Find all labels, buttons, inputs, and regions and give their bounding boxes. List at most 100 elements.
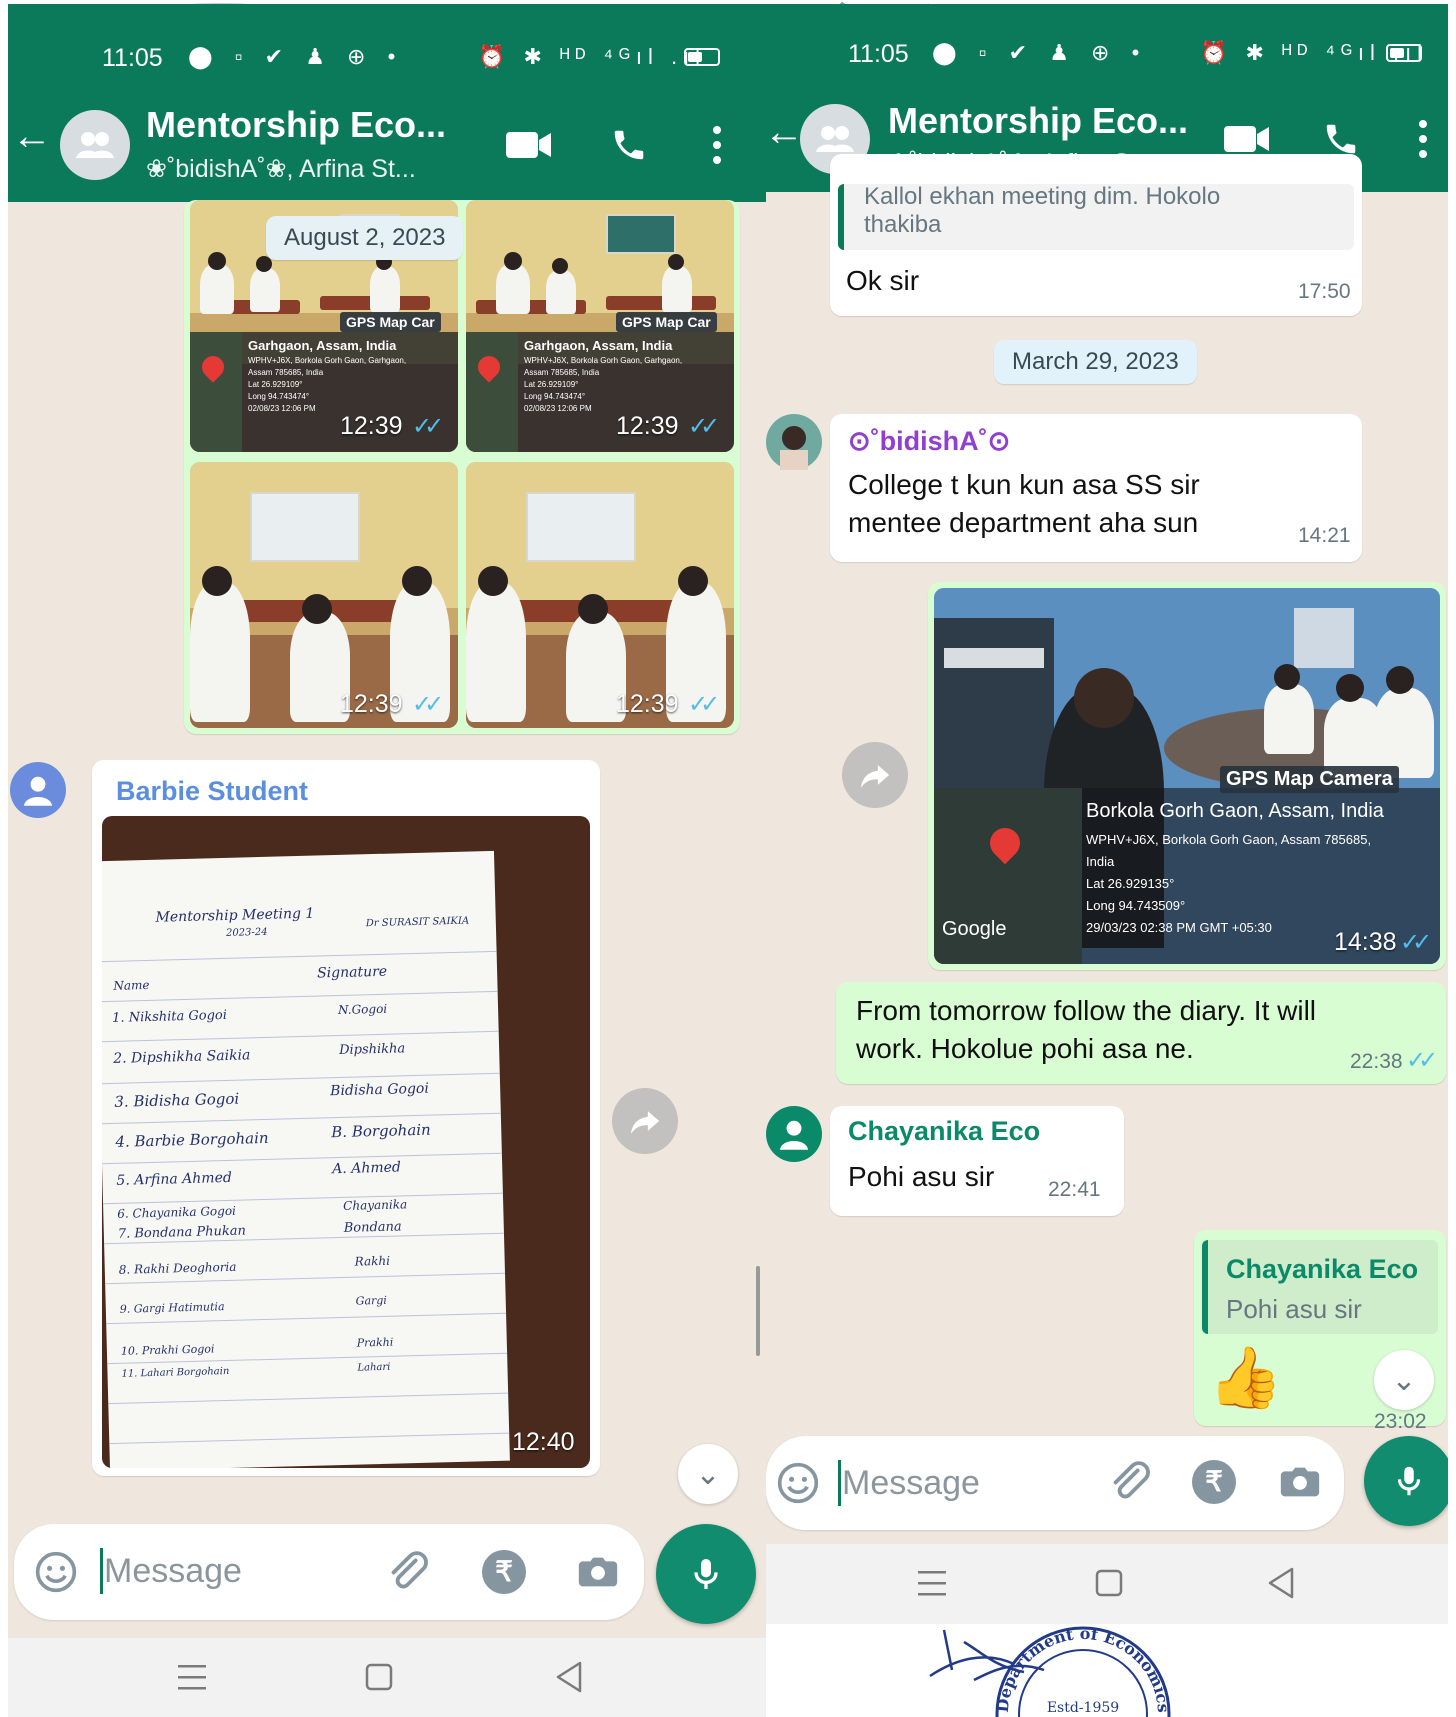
sender-avatar[interactable] [766, 1106, 822, 1162]
rupee-payment-icon[interactable]: ₹ [482, 1550, 526, 1594]
row-sign: Chayanika [343, 1197, 408, 1213]
photo-album-bubble[interactable]: GPS Map Car Garhgaon, Assam, India WPHV+… [184, 200, 740, 734]
back-arrow-icon[interactable]: ← [12, 114, 52, 159]
rupee-payment-icon[interactable]: ₹ [1192, 1460, 1236, 1504]
row-sign: Gargi [355, 1293, 388, 1308]
message-input[interactable]: Message [104, 1552, 242, 1591]
read-receipt-icon: ✓✓ [688, 413, 720, 440]
home-icon[interactable] [364, 1662, 394, 1692]
row-sign: Rakhi [354, 1253, 391, 1269]
date-separator: March 29, 2023 [994, 340, 1197, 384]
text-cursor [100, 1548, 103, 1594]
row-sign: B. Borgohain [331, 1120, 431, 1142]
message-text: Ok sir [846, 265, 920, 296]
message-input-bar[interactable]: Message ₹ [766, 1436, 1344, 1530]
text-message-bubble[interactable]: Chayanika Eco Pohi asu sir 22:41 [830, 1106, 1124, 1216]
seal-estd: Estd-1959 [1047, 1700, 1119, 1716]
gps-timestamp: 02/08/23 12:06 PM [524, 404, 592, 413]
gps-address: WPHV+J6X, Borkola Gorh Gaon, Garhgaon, [248, 356, 407, 365]
gps-timestamp: 02/08/23 12:06 PM [248, 404, 316, 413]
menu-icon[interactable] [176, 1662, 208, 1692]
row-name: 1. Nikshita Gogoi [112, 1007, 228, 1026]
message-time: 12:39 [616, 690, 679, 718]
message-time: 12:39 [340, 690, 403, 718]
system-nav-bar [8, 1638, 766, 1717]
gps-long: Long 94.743474° [248, 392, 310, 401]
row-name: 2. Dipshikha Saikia [113, 1047, 251, 1067]
quoted-message[interactable]: Chayanika Eco Pohi asu sir [1202, 1240, 1438, 1334]
sender-avatar[interactable] [766, 414, 822, 470]
gps-place: Garhgaon, Assam, India [524, 338, 673, 353]
camera-icon[interactable] [1276, 1458, 1324, 1504]
gps-address: WPHV+J6X, Borkola Gorh Gaon, Assam 78568… [1086, 832, 1372, 847]
group-icon [76, 132, 114, 158]
row-sign: Lahari [357, 1361, 391, 1374]
image-message-bubble[interactable]: Barbie Student Mentorship Meeting 1 2023… [92, 760, 600, 1476]
gps-lat: Lat 26.929109° [248, 380, 303, 389]
sheet-heading: Mentorship Meeting 1 [155, 905, 315, 926]
forward-button[interactable] [612, 1088, 678, 1154]
row-name: 3. Bidisha Gogoi [114, 1089, 240, 1111]
quoted-message[interactable]: Kallol ekhan meeting dim. Hokolo thakiba [838, 184, 1354, 250]
attach-icon[interactable] [1106, 1458, 1152, 1504]
message-time: 12:39 [616, 412, 679, 440]
quoted-text: Pohi asu sir [1226, 1294, 1362, 1324]
group-avatar[interactable] [60, 110, 130, 180]
menu-icon[interactable] [916, 1568, 948, 1598]
row-name: 6. Chayanika Gogoi [117, 1203, 237, 1221]
date-separator: August 2, 2023 [266, 216, 464, 260]
row-sign: Bondana [343, 1219, 402, 1236]
status-time: 11:05 [102, 44, 163, 72]
quoted-sender: Chayanika Eco [1226, 1254, 1419, 1284]
mic-button[interactable] [1364, 1436, 1448, 1526]
attendance-sheet: Mentorship Meeting 1 2023-24 Dr SURASIT … [102, 850, 510, 1468]
chat-participants[interactable]: ❀˚bidishA˚❀, Arfina St... [146, 154, 416, 184]
thumbs-up-emoji: 👍 [1208, 1344, 1283, 1411]
chat-title[interactable]: Mentorship Eco... [146, 104, 446, 146]
emoji-icon[interactable] [34, 1550, 78, 1594]
image-message-bubble[interactable]: Google GPS Map Camera Borkola Gorh Gaon,… [928, 582, 1446, 970]
back-icon[interactable] [1266, 1566, 1296, 1600]
gps-long: Long 94.743509° [1086, 898, 1186, 913]
message-time: 14:21 [1298, 524, 1351, 547]
album-photo[interactable]: GPS Map Car Garhgaon, Assam, India WPHV+… [466, 200, 734, 452]
message-time: 14:38 [1334, 928, 1397, 956]
album-photo[interactable]: 12:39 ✓✓ [466, 462, 734, 728]
sender-name[interactable]: ⊙˚bidishA˚⊙ [848, 426, 1010, 457]
attach-icon[interactable] [384, 1548, 430, 1594]
overflow-menu-icon[interactable] [710, 124, 724, 166]
person-icon [23, 776, 53, 806]
microphone-icon [694, 1559, 718, 1589]
camera-icon[interactable] [574, 1548, 622, 1594]
back-icon[interactable] [554, 1660, 584, 1694]
video-call-icon[interactable] [506, 130, 552, 160]
emoji-icon[interactable] [776, 1461, 820, 1505]
attendance-sheet-photo[interactable]: Mentorship Meeting 1 2023-24 Dr SURASIT … [102, 816, 590, 1468]
sender-name[interactable]: Barbie Student [116, 776, 308, 807]
sender-name[interactable]: Chayanika Eco [848, 1116, 1040, 1147]
forward-button[interactable] [842, 742, 908, 808]
gps-photo[interactable]: Google GPS Map Camera Borkola Gorh Gaon,… [934, 588, 1440, 964]
text-message-bubble[interactable]: ⊙˚bidishA˚⊙ College t kun kun asa SS sir… [830, 414, 1362, 562]
album-photo[interactable]: 12:39 ✓✓ [190, 462, 458, 728]
header-mask [766, 4, 1448, 192]
message-input-bar[interactable]: Message ₹ [14, 1524, 644, 1620]
scroll-to-bottom-button[interactable]: ⌄ [1374, 1350, 1434, 1410]
row-name: 5. Arfina Ahmed [116, 1169, 233, 1189]
home-icon[interactable] [1094, 1568, 1124, 1598]
text-message-bubble[interactable]: From tomorrow follow the diary. It will … [836, 982, 1446, 1084]
scroll-to-bottom-button[interactable]: ⌄ [678, 1444, 738, 1504]
gps-app-label: GPS Map Car [340, 312, 441, 332]
gps-place: Garhgaon, Assam, India [248, 338, 397, 353]
mic-button[interactable] [656, 1524, 756, 1624]
message-input[interactable]: Message [842, 1464, 980, 1503]
sheet-teacher: Dr SURASIT SAIKIA [365, 915, 470, 930]
scrollbar-thumb[interactable] [756, 1266, 760, 1356]
read-receipt-icon: ✓✓ [412, 691, 444, 718]
sender-avatar[interactable] [10, 762, 66, 818]
battery-icon [684, 48, 720, 66]
double-chevron-down-icon: ⌄ [695, 1457, 721, 1491]
system-nav-bar [766, 1544, 1448, 1624]
voice-call-icon[interactable] [610, 126, 648, 164]
row-name: 4. Barbie Borgohain [115, 1128, 269, 1151]
